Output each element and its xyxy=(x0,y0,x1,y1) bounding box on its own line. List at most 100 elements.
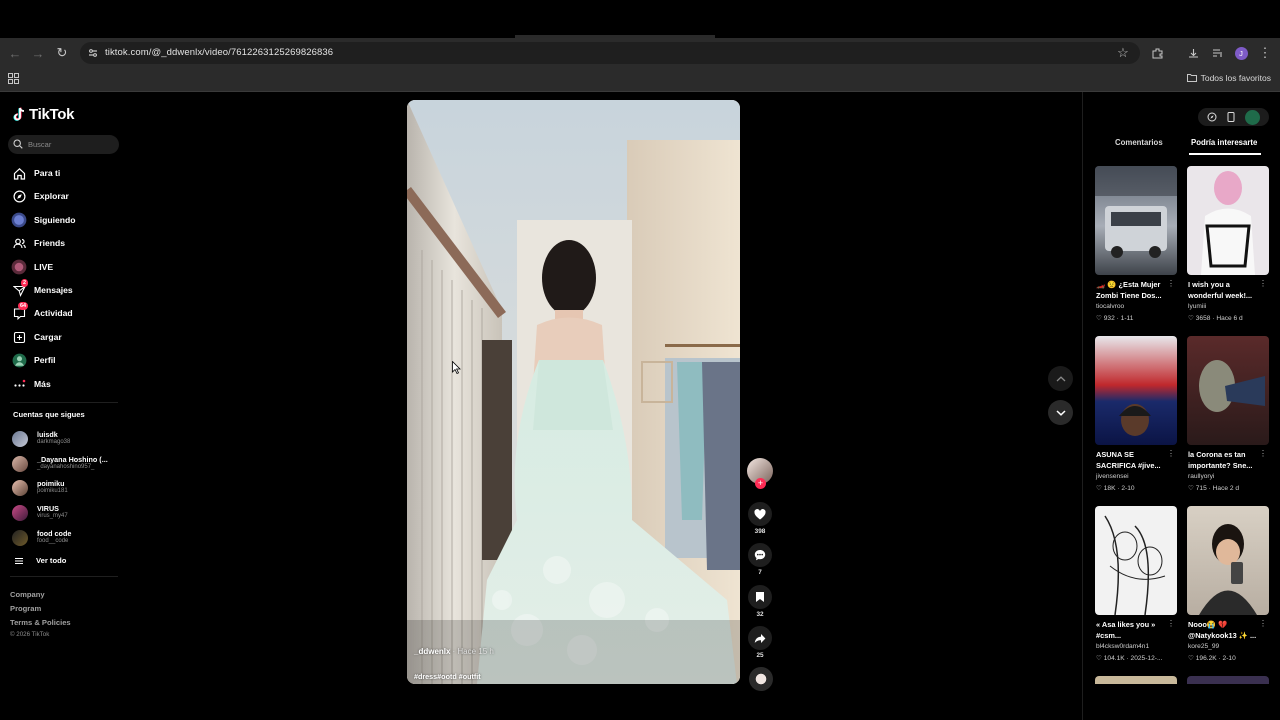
heart-outline-icon: ♡ xyxy=(1096,655,1102,662)
nav-item-actividad[interactable]: 64 Actividad xyxy=(10,302,120,325)
suggested-video-card[interactable]: la Corona es tan importante? Sne... ⋮ ra… xyxy=(1187,336,1269,492)
nav-item-cargar[interactable]: Cargar xyxy=(10,326,120,349)
account-name: _Dayana Hoshino (... xyxy=(37,455,108,464)
following-account[interactable]: poimiku poimiku181 xyxy=(12,476,122,498)
see-all-button[interactable]: Ver todo xyxy=(13,556,66,565)
suggested-video-card[interactable]: « Asa likes you » #csm... ⋮ bl4cksw0rdam… xyxy=(1095,506,1177,662)
following-account[interactable]: _Dayana Hoshino (... _dayanahoshino957_ xyxy=(12,452,122,474)
following-account[interactable]: VIRUS virus_my47 xyxy=(12,501,122,523)
comment-button[interactable]: 7 xyxy=(747,543,773,576)
suggested-video-card[interactable]: 🏎️ 😟 ¿Esta Mujer Zombi Tiene Dos... ⋮ ti… xyxy=(1095,166,1177,322)
back-icon[interactable]: ← xyxy=(6,44,24,62)
account-handle: darkmago38 xyxy=(37,439,71,445)
video-thumbnail[interactable] xyxy=(1095,506,1177,615)
more-options-icon[interactable]: ⋮ xyxy=(1259,279,1267,288)
more-options-icon[interactable]: ⋮ xyxy=(1259,619,1267,628)
video-thumbnail-partial[interactable] xyxy=(1095,676,1177,684)
nav-item-para-ti[interactable]: Para ti xyxy=(10,162,120,185)
nav-item-perfil[interactable]: Perfil xyxy=(10,349,120,372)
avatar: + xyxy=(747,458,773,489)
nav-item-explorar[interactable]: Explorar xyxy=(10,185,120,208)
creator-avatar[interactable]: + xyxy=(747,458,773,489)
avatar xyxy=(12,456,28,472)
sidebar-nav: Para ti Explorar Siguiendo Friends LIVE … xyxy=(10,162,120,396)
nav-item-siguiendo[interactable]: Siguiendo xyxy=(10,209,120,232)
video-thumbnail[interactable] xyxy=(1187,166,1269,275)
reload-icon[interactable]: ↻ xyxy=(53,44,71,62)
card-stats: ♡ 3658 · Hace 6 d xyxy=(1188,315,1243,322)
card-title: « Asa likes you » #csm... xyxy=(1096,620,1156,640)
all-bookmarks-folder[interactable]: Todos los favoritos xyxy=(1186,73,1271,83)
suggested-video-card[interactable]: ASUNA SE SACRIFICA #jive... ⋮ jivensense… xyxy=(1095,336,1177,492)
save-button[interactable]: 32 xyxy=(747,585,773,618)
card-user[interactable]: bl4cksw0rdam4n1 xyxy=(1096,643,1149,650)
suggested-video-card[interactable]: Nooo😭 💔 @Natykook13 ✨ ... ⋮ kore25_99 ♡ … xyxy=(1187,506,1269,662)
footer-link-program[interactable]: Program xyxy=(10,604,41,613)
card-user[interactable]: jivensensei xyxy=(1096,473,1129,480)
more-options-icon[interactable]: ⋮ xyxy=(1167,619,1175,628)
card-title: I wish you a wonderful week!... xyxy=(1188,280,1253,300)
compass-small-icon[interactable] xyxy=(1207,112,1217,122)
url-text[interactable]: tiktok.com/@_ddwenlx/video/7612263125269… xyxy=(105,47,333,58)
more-options-icon[interactable]: ⋮ xyxy=(1167,279,1175,288)
profile-icon xyxy=(12,353,27,368)
media-controls-icon[interactable] xyxy=(1208,44,1226,62)
messages-badge: 2 xyxy=(21,278,29,287)
card-user[interactable]: raullyoryi xyxy=(1188,473,1214,480)
video-player[interactable]: _ddwenlx · Hace 15 h #dress#ootd #outfit xyxy=(407,100,740,684)
apps-grid-icon[interactable] xyxy=(8,73,19,84)
nav-item-mas[interactable]: Más xyxy=(10,373,120,396)
card-user[interactable]: tiocalvroo xyxy=(1096,303,1124,310)
site-info-icon[interactable] xyxy=(87,47,99,59)
following-account[interactable]: food code food__code xyxy=(12,526,122,548)
card-date: 2025-12-... xyxy=(1130,655,1163,662)
nav-item-mensajes[interactable]: 2 Mensajes xyxy=(10,278,120,302)
profile-avatar[interactable]: J xyxy=(1232,44,1250,62)
next-video-button[interactable] xyxy=(1048,400,1073,425)
extensions-icon[interactable] xyxy=(1148,44,1166,62)
video-thumbnail[interactable] xyxy=(1095,336,1177,445)
author-name[interactable]: _ddwenlx xyxy=(414,647,450,656)
tab-podria-interesarte[interactable]: Podría interesarte xyxy=(1191,138,1257,147)
following-account[interactable]: luisdk darkmago38 xyxy=(12,427,122,449)
more-options-icon[interactable]: ⋮ xyxy=(1259,449,1267,458)
heart-outline-icon: ♡ xyxy=(1188,315,1194,322)
user-avatar[interactable] xyxy=(1245,109,1260,125)
friends-icon xyxy=(13,238,26,249)
nav-item-live[interactable]: LIVE xyxy=(10,256,120,279)
video-thumbnail-partial[interactable] xyxy=(1187,676,1269,684)
chevron-down-icon xyxy=(1055,409,1066,416)
share-button[interactable]: 25 xyxy=(747,626,773,659)
heart-icon xyxy=(748,502,772,526)
previous-video-button[interactable] xyxy=(1048,366,1073,391)
nav-label: Cargar xyxy=(34,331,62,342)
music-disc[interactable] xyxy=(748,667,774,691)
tab-comentarios[interactable]: Comentarios xyxy=(1115,138,1163,147)
footer-link-terms[interactable]: Terms & Policies xyxy=(10,618,71,627)
suggested-video-card[interactable]: I wish you a wonderful week!... ⋮ lyumii… xyxy=(1187,166,1269,322)
forward-icon[interactable]: → xyxy=(29,44,47,62)
address-bar[interactable]: tiktok.com/@_ddwenlx/video/7612263125269… xyxy=(80,42,1140,64)
upload-icon xyxy=(13,331,26,343)
card-user[interactable]: kore25_99 xyxy=(1188,643,1219,650)
bookmark-star-icon[interactable]: ☆ xyxy=(1114,44,1132,62)
video-author[interactable]: _ddwenlx · Hace 15 h xyxy=(414,647,494,656)
more-options-icon[interactable]: ⋮ xyxy=(1167,449,1175,458)
nav-item-friends[interactable]: Friends xyxy=(10,232,120,255)
follow-plus-icon[interactable]: + xyxy=(755,478,766,489)
video-thumbnail[interactable] xyxy=(1187,336,1269,445)
card-user[interactable]: lyumiii xyxy=(1188,303,1206,310)
video-hashtags[interactable]: #dress#ootd #outfit xyxy=(414,672,481,681)
search-box[interactable] xyxy=(8,135,119,154)
footer-link-company[interactable]: Company xyxy=(10,590,45,599)
phone-icon[interactable] xyxy=(1227,112,1235,122)
video-thumbnail[interactable] xyxy=(1095,166,1177,275)
card-likes: 104.1K xyxy=(1103,655,1125,662)
download-icon[interactable] xyxy=(1184,44,1202,62)
menu-dots-icon[interactable]: ⋮ xyxy=(1256,44,1274,62)
search-input[interactable] xyxy=(28,137,116,152)
tiktok-logo[interactable]: TikTok xyxy=(12,106,74,123)
chevron-up-icon xyxy=(1056,375,1065,381)
like-button[interactable]: 398 xyxy=(747,502,773,535)
video-thumbnail[interactable] xyxy=(1187,506,1269,615)
